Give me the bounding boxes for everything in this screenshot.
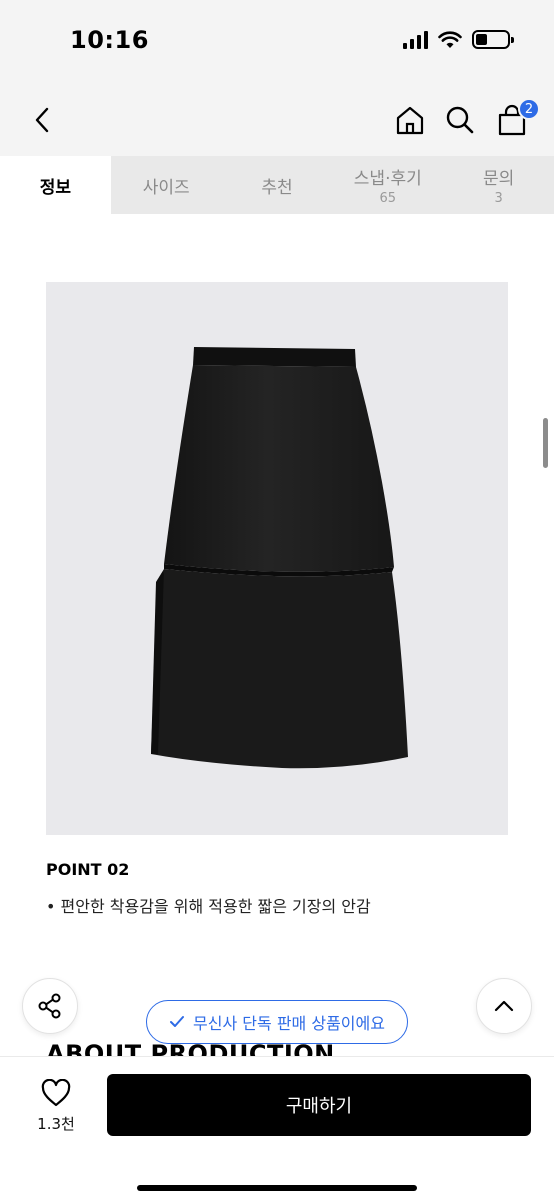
tab-count: 65 xyxy=(379,191,397,206)
tab-label: 사이즈 xyxy=(142,177,190,198)
like-count: 1.3천 xyxy=(37,1114,75,1133)
status-icons xyxy=(403,30,514,49)
tab-bar: 정보 사이즈 추천 스냅·후기 65 문의 3 xyxy=(0,156,554,214)
header-bar: 2 xyxy=(0,84,554,156)
status-bar: 10:16 xyxy=(0,0,554,84)
cart-count-badge: 2 xyxy=(518,98,540,120)
status-time: 10:16 xyxy=(70,26,149,54)
exclusive-label: 무신사 단독 판매 상품이에요 xyxy=(193,1014,385,1033)
tab-count: 3 xyxy=(494,191,503,206)
home-indicator xyxy=(137,1185,417,1191)
tab-inquiry[interactable]: 문의 3 xyxy=(443,156,554,214)
search-button[interactable] xyxy=(440,100,480,140)
share-icon xyxy=(38,993,61,1019)
tab-label: 추천 xyxy=(261,177,293,198)
cart-button[interactable]: 2 xyxy=(492,98,540,140)
scroll-top-button[interactable] xyxy=(476,978,532,1034)
like-button[interactable]: 1.3천 xyxy=(26,1075,86,1137)
home-icon xyxy=(396,106,424,135)
buy-button[interactable]: 구매하기 xyxy=(107,1074,531,1136)
battery-fill xyxy=(476,34,487,45)
cellular-signal-icon xyxy=(403,30,428,49)
tab-info[interactable]: 정보 xyxy=(0,156,111,214)
scrollbar-thumb[interactable] xyxy=(543,418,548,468)
tab-size[interactable]: 사이즈 xyxy=(111,156,222,214)
skirt-illustration xyxy=(151,347,408,769)
heart-icon xyxy=(41,1078,71,1106)
share-button[interactable] xyxy=(22,978,78,1034)
search-icon xyxy=(446,106,474,134)
bottom-purchase-bar: 1.3천 구매하기 xyxy=(0,1056,554,1200)
tab-label: 스냅·후기 xyxy=(353,169,422,189)
check-icon xyxy=(170,1016,185,1027)
exclusive-product-pill[interactable]: 무신사 단독 판매 상품이에요 xyxy=(146,1000,408,1044)
point-description: • 편안한 착용감을 위해 적용한 짧은 기장의 안감 xyxy=(46,897,371,916)
battery-icon xyxy=(472,30,514,49)
tab-recommend[interactable]: 추천 xyxy=(222,156,333,214)
chevron-left-icon xyxy=(35,107,49,133)
tab-snap-review[interactable]: 스냅·후기 65 xyxy=(332,156,443,214)
tab-label: 정보 xyxy=(39,177,72,198)
home-button[interactable] xyxy=(390,100,430,140)
wifi-icon xyxy=(438,30,462,48)
tab-label: 문의 xyxy=(482,169,515,189)
point-title: POINT 02 xyxy=(46,860,130,879)
product-image xyxy=(46,282,508,835)
back-button[interactable] xyxy=(24,102,60,138)
chevron-up-icon xyxy=(494,1000,514,1012)
